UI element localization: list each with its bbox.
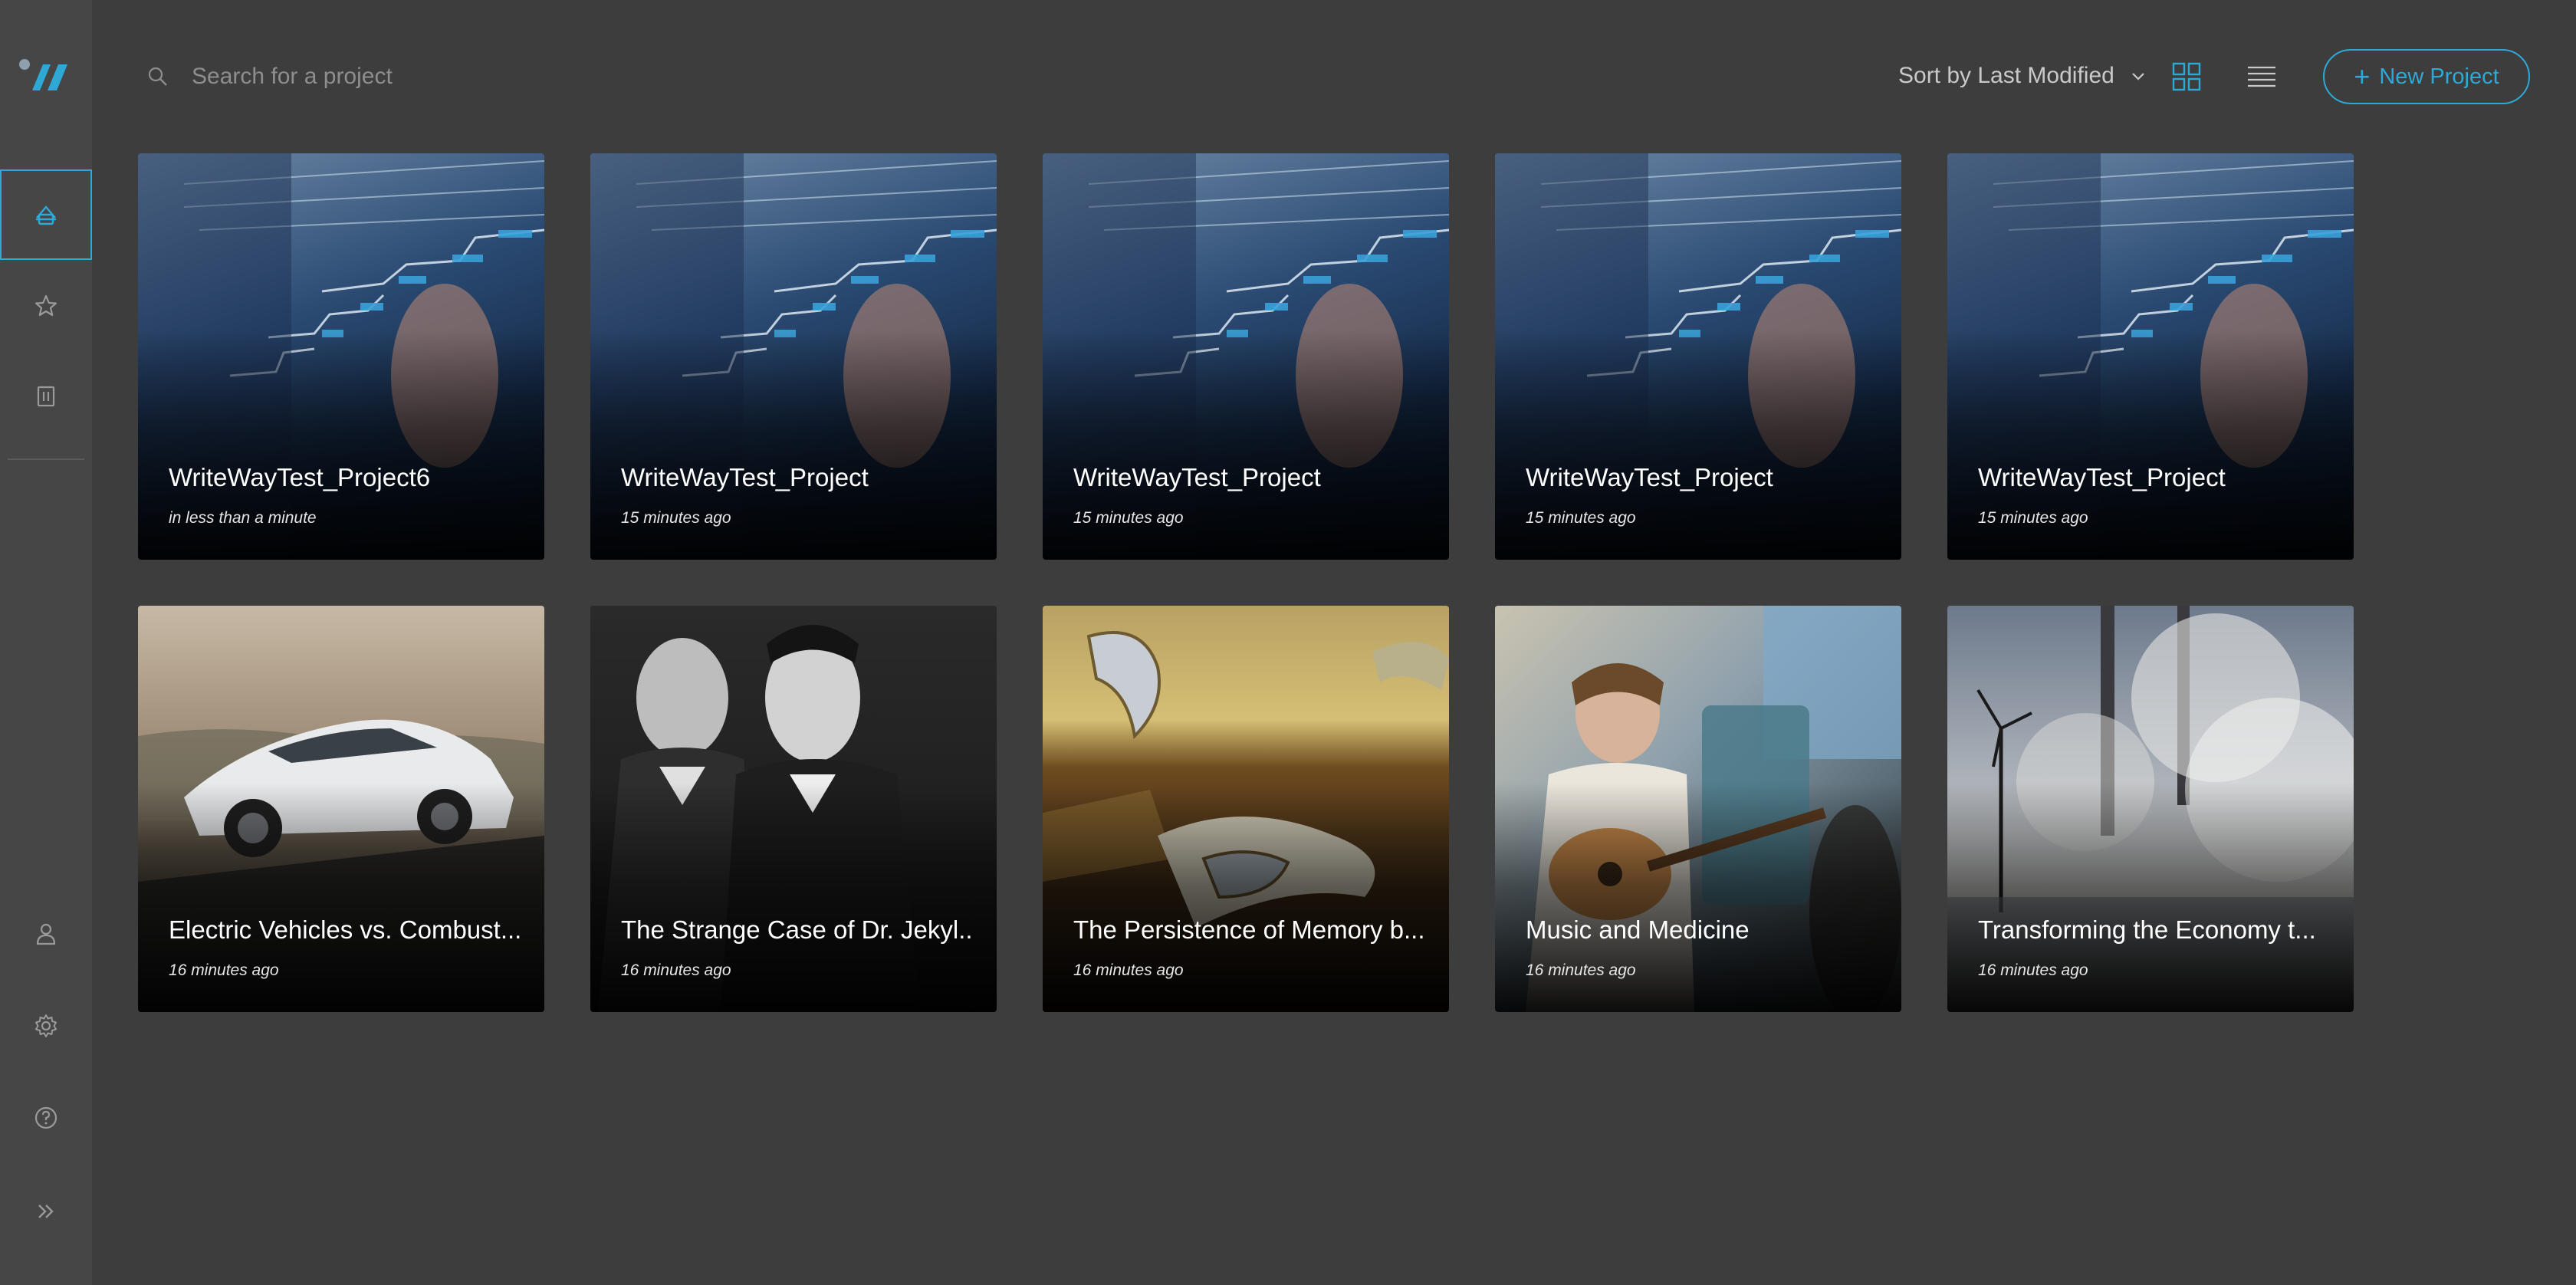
project-modified-time: 15 minutes ago xyxy=(1073,509,1184,527)
project-modified-time: 16 minutes ago xyxy=(169,961,279,979)
list-view-icon xyxy=(2248,66,2275,87)
project-modified-time: 16 minutes ago xyxy=(1526,961,1636,979)
project-title: The Strange Case of Dr. Jekyl... xyxy=(621,915,974,944)
new-project-label: New Project xyxy=(2379,64,2499,89)
project-modified-time: 16 minutes ago xyxy=(1978,961,2088,979)
project-title: Transforming the Economy t... xyxy=(1978,915,2316,944)
project-title: WriteWayTest_Project xyxy=(1978,463,2226,491)
project-modified-time: 15 minutes ago xyxy=(1526,509,1636,527)
search-input[interactable] xyxy=(192,64,590,90)
project-card[interactable]: WriteWayTest_Project 15 minutes ago xyxy=(1495,153,1901,560)
chevron-down-icon xyxy=(2132,73,2144,81)
project-card[interactable]: Electric Vehicles vs. Combust... 16 minu… xyxy=(138,606,544,1012)
sort-label: Sort by Last Modified xyxy=(1898,63,2114,88)
sidebar-item-settings[interactable] xyxy=(0,981,92,1071)
project-modified-time: 15 minutes ago xyxy=(621,509,731,527)
gear-icon xyxy=(35,1014,57,1037)
project-card[interactable]: WriteWayTest_Project 15 minutes ago xyxy=(1947,153,2354,560)
new-project-button[interactable]: + New Project xyxy=(2323,49,2530,104)
app-logo[interactable] xyxy=(17,54,75,100)
sidebar-item-expand[interactable] xyxy=(0,1166,92,1257)
user-icon xyxy=(36,923,56,945)
project-card[interactable]: The Strange Case of Dr. Jekyl... 16 minu… xyxy=(590,606,997,1012)
home-icon xyxy=(36,205,56,225)
project-card[interactable]: The Persistence of Memory b... 16 minute… xyxy=(1043,606,1449,1012)
grid-view-icon xyxy=(2172,62,2201,91)
project-title: WriteWayTest_Project xyxy=(621,463,869,491)
expand-icon xyxy=(38,1204,54,1218)
sidebar-item-trash[interactable] xyxy=(0,351,92,442)
sort-dropdown[interactable]: Sort by Last Modified xyxy=(1898,57,2148,95)
project-modified-time: 16 minutes ago xyxy=(1073,961,1184,979)
help-icon xyxy=(34,1106,58,1129)
sidebar-item-help[interactable] xyxy=(0,1073,92,1163)
project-modified-time: in less than a minute xyxy=(169,509,317,527)
sidebar-item-favorites[interactable] xyxy=(0,261,92,351)
grid-view-button[interactable] xyxy=(2168,58,2205,95)
project-title: WriteWayTest_Project xyxy=(1073,463,1321,491)
sidebar-item-account[interactable] xyxy=(0,889,92,979)
project-modified-time: 16 minutes ago xyxy=(621,961,731,979)
project-title: Music and Medicine xyxy=(1526,915,1750,944)
trash-icon xyxy=(37,386,55,407)
project-title: WriteWayTest_Project xyxy=(1526,463,1773,491)
project-modified-time: 15 minutes ago xyxy=(1978,509,2088,527)
project-title: Electric Vehicles vs. Combust... xyxy=(169,915,521,944)
sidebar-item-home[interactable] xyxy=(0,169,92,260)
list-view-button[interactable] xyxy=(2243,58,2280,95)
search-bar xyxy=(146,54,606,100)
search-icon xyxy=(148,67,167,86)
project-title: The Persistence of Memory b... xyxy=(1073,915,1425,944)
star-icon xyxy=(34,294,58,317)
project-card[interactable]: WriteWayTest_Project6 in less than a min… xyxy=(138,153,544,560)
project-card[interactable]: WriteWayTest_Project 15 minutes ago xyxy=(590,153,997,560)
project-title: WriteWayTest_Project6 xyxy=(169,463,431,491)
sidebar-divider xyxy=(8,458,84,460)
project-card[interactable]: Music and Medicine 16 minutes ago xyxy=(1495,606,1901,1012)
plus-icon: + xyxy=(2354,61,2371,92)
project-card[interactable]: WriteWayTest_Project 15 minutes ago xyxy=(1043,153,1449,560)
sidebar xyxy=(0,0,92,1285)
project-card[interactable]: Transforming the Economy t... 16 minutes… xyxy=(1947,606,2354,1012)
